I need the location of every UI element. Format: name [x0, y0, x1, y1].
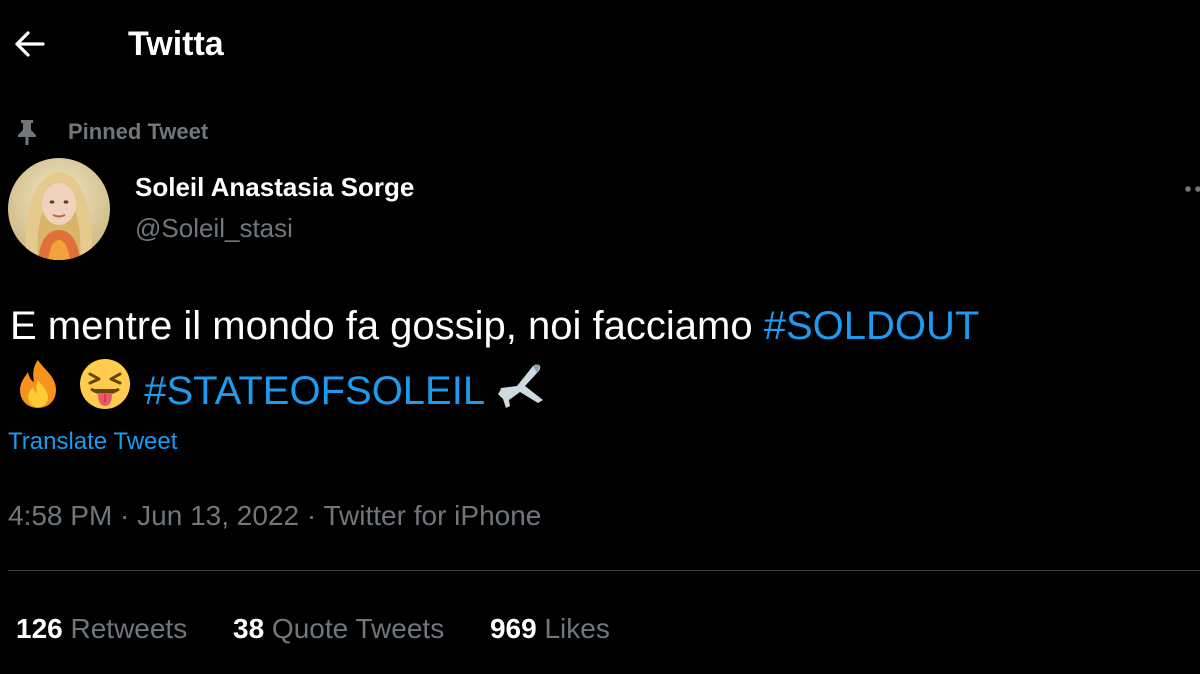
more-horizontal-icon [1185, 186, 1200, 192]
back-button[interactable] [8, 22, 52, 66]
quote-tweets-stat[interactable]: 38 Quote Tweets [233, 611, 444, 647]
more-options-button[interactable] [1166, 172, 1200, 206]
likes-label: Likes [536, 613, 610, 644]
pinned-indicator: Pinned Tweet [10, 116, 208, 148]
meta-separator: · [112, 500, 138, 531]
quote-tweets-label: Quote Tweets [264, 613, 445, 644]
likes-count: 969 [489, 613, 537, 644]
author-handle[interactable]: @Soleil_stasi [135, 211, 293, 245]
arrow-left-icon [15, 31, 45, 57]
retweets-label: Retweets [62, 613, 188, 644]
quote-tweets-count: 38 [233, 613, 265, 644]
tweet-source[interactable]: Twitter for iPhone [323, 500, 541, 531]
meta-separator: · [299, 500, 324, 531]
tweet-metadata: 4:58 PM · Jun 13, 2022 · Twitter for iPh… [8, 498, 541, 534]
retweets-count: 126 [16, 613, 63, 644]
author-display-name[interactable]: Soleil Anastasia Sorge [135, 170, 414, 204]
airplane-emoji-icon [497, 364, 543, 408]
tweet-date[interactable]: Jun 13, 2022 [137, 500, 299, 531]
tweet-stats: 126 Retweets 38 Quote Tweets 969 Likes [16, 611, 648, 647]
tweet-time[interactable]: 4:58 PM [8, 500, 112, 531]
hashtag-stateofsoleil[interactable]: #STATEOFSOLEIL [144, 369, 483, 413]
page-title: Twitta [128, 25, 224, 63]
profile-photo [8, 158, 110, 260]
squinting-face-with-tongue-icon [80, 359, 131, 409]
tweet-line-2: #STATEOFSOLEIL [10, 356, 1200, 416]
tweet-text: E mentre il mondo fa gossip, noi facciam… [10, 296, 1200, 416]
pin-icon [10, 117, 44, 147]
avatar[interactable] [8, 158, 110, 260]
hashtag-soldout[interactable]: #SOLDOUT [764, 304, 980, 348]
tweet-body-text: E mentre il mondo fa gossip, noi facciam… [10, 304, 764, 348]
pinned-label: Pinned Tweet [68, 119, 209, 144]
translate-tweet-link[interactable]: Translate Tweet [8, 427, 177, 457]
likes-stat[interactable]: 969 Likes [490, 611, 610, 647]
top-header: Twitta [0, 0, 1200, 88]
tweet-line-1: E mentre il mondo fa gossip, noi facciam… [10, 296, 1200, 356]
fire-emoji-icon [20, 360, 56, 408]
divider [8, 570, 1200, 571]
retweets-stat[interactable]: 126 Retweets [16, 611, 187, 647]
